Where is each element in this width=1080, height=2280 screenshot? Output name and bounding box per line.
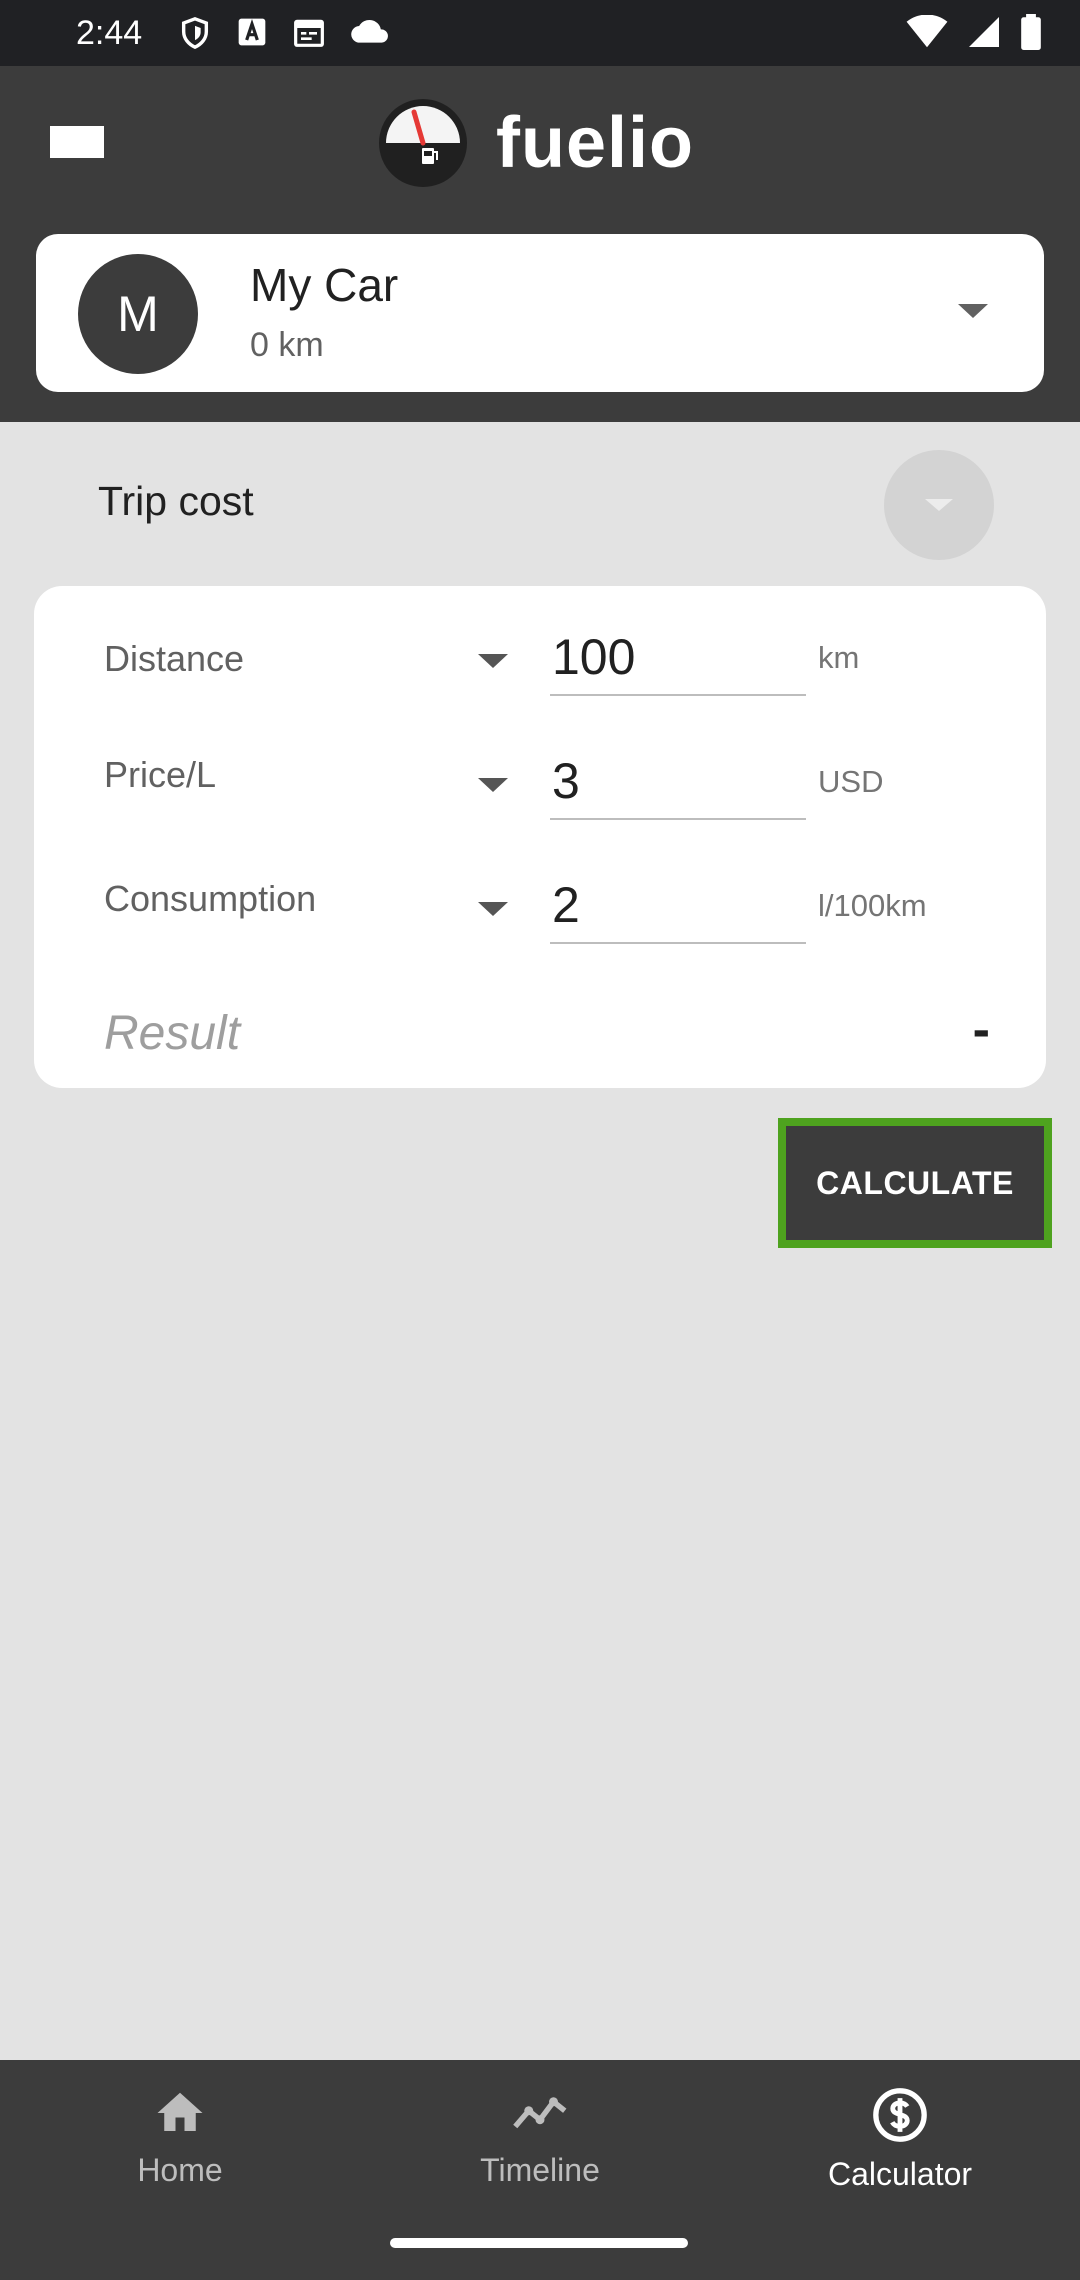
- shield-icon: [181, 17, 209, 50]
- app-logo: fuelio: [378, 98, 694, 188]
- consumption-unit-dropdown[interactable]: [478, 902, 508, 916]
- nav-timeline-label: Timeline: [480, 2152, 600, 2188]
- menu-icon: [50, 126, 104, 158]
- timeline-icon: [513, 2097, 567, 2129]
- nav-calculator[interactable]: Calculator: [720, 2086, 1080, 2226]
- nav-home[interactable]: Home: [0, 2086, 360, 2226]
- distance-input[interactable]: [550, 626, 806, 696]
- distance-unit-dropdown[interactable]: [478, 654, 508, 668]
- status-time: 2:44: [76, 14, 143, 52]
- distance-unit: km: [818, 640, 860, 675]
- price-label: Price/L: [104, 754, 217, 795]
- nav-timeline[interactable]: Timeline: [360, 2086, 720, 2226]
- vehicle-selector[interactable]: M My Car 0 km: [36, 234, 1044, 392]
- result-value: -: [972, 1001, 990, 1059]
- home-indicator[interactable]: [390, 2238, 688, 2248]
- a-badge-icon: [238, 18, 266, 46]
- calendar-icon: [294, 19, 324, 47]
- price-unit-dropdown[interactable]: [478, 778, 508, 792]
- app-header: fuelio M My Car 0 km: [0, 66, 1080, 422]
- result-label: Result: [104, 1007, 241, 1060]
- consumption-row: Consumption l/100km: [34, 874, 1046, 974]
- status-icons-right: [906, 14, 1042, 50]
- calculator-type-dropdown[interactable]: [884, 450, 994, 560]
- section-title: Trip cost: [98, 478, 254, 524]
- status-icons-left: [178, 16, 390, 50]
- consumption-label: Consumption: [104, 878, 317, 919]
- distance-row: Distance km: [34, 626, 1046, 726]
- status-bar: 2:44: [0, 0, 1080, 66]
- menu-button[interactable]: [50, 126, 104, 162]
- price-row: Price/L USD: [34, 750, 1046, 850]
- wifi-icon: [906, 15, 948, 48]
- chevron-down-icon: [958, 304, 988, 318]
- price-unit: USD: [818, 764, 884, 799]
- consumption-input[interactable]: [550, 874, 806, 944]
- home-icon: [157, 2092, 203, 2131]
- avatar: M: [78, 254, 198, 374]
- price-input[interactable]: [550, 750, 806, 820]
- calculate-button[interactable]: CALCULATE: [778, 1118, 1052, 1248]
- nav-calculator-label: Calculator: [827, 2156, 973, 2192]
- vehicle-name: My Car: [250, 259, 399, 311]
- distance-label: Distance: [104, 638, 245, 679]
- vehicle-odometer: 0 km: [250, 326, 324, 364]
- signal-icon: [969, 17, 999, 47]
- dollar-circle-icon: [873, 2088, 927, 2142]
- chevron-down-icon: [925, 499, 953, 511]
- fuel-gauge-icon: [379, 99, 467, 187]
- nav-home-label: Home: [137, 2152, 223, 2188]
- app-name: fuelio: [496, 103, 694, 183]
- cloud-icon: [351, 19, 388, 43]
- consumption-unit: l/100km: [818, 888, 927, 923]
- battery-icon: [1021, 14, 1041, 50]
- trip-cost-form: Distance km Price/L USD Consumption l/10…: [34, 586, 1046, 1088]
